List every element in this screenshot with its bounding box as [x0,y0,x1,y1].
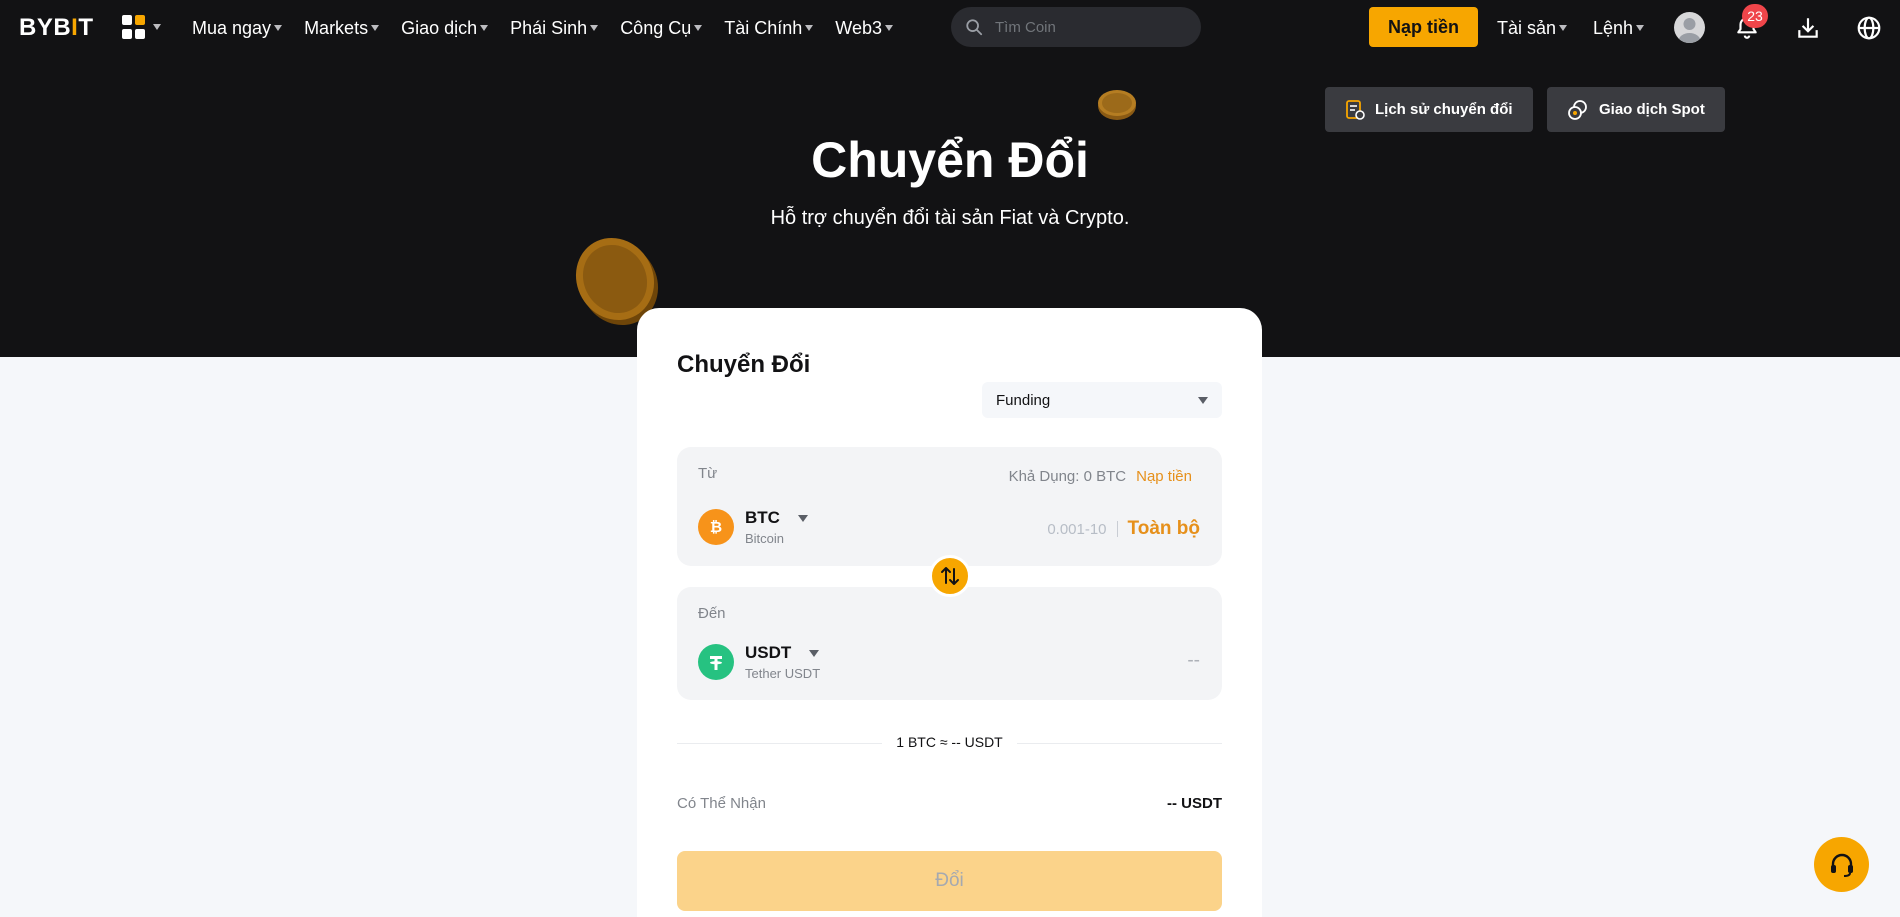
to-label: Đến [698,605,726,622]
coins-icon [1568,99,1587,120]
logo-text: BYB [19,14,72,41]
chevron-down-icon [480,25,489,31]
bitcoin-icon: ₿ [698,509,734,545]
from-coin-select[interactable]: ₿ BTC Bitcoin [698,508,808,546]
convert-button[interactable]: Đổi [677,851,1222,911]
swap-icon [941,567,959,585]
nav-item-buy[interactable]: Mua ngay [192,18,283,39]
search-input[interactable] [995,18,1175,36]
from-amount-area: Toàn bộ [996,518,1200,540]
chevron-down-icon [809,649,820,657]
history-icon [1346,99,1365,120]
download-button[interactable] [1792,12,1824,44]
available-balance: Khả Dụng: 0 BTC Nạp tiền [1009,468,1192,485]
swap-button[interactable] [929,555,971,597]
main-nav: Mua ngay Markets Giao dịch Phái Sinh Côn… [192,0,915,56]
notification-badge: 23 [1742,4,1768,28]
user-icon [1678,18,1701,43]
to-coin-symbol: USDT [745,643,792,662]
convert-history-button[interactable]: Lịch sử chuyển đổi [1325,87,1533,132]
bybit-logo[interactable]: BYBIT [19,14,94,42]
chevron-down-icon [371,25,380,31]
from-coin-symbol: BTC [745,508,780,527]
exchange-rate: 1 BTC ≈ -- USDT [637,734,1262,752]
to-coin-name: Tether USDT [745,666,821,681]
from-coin-name: Bitcoin [745,531,785,546]
support-chat-button[interactable] [1814,837,1869,892]
to-coin-select[interactable]: USDT Tether USDT [698,643,820,681]
orders-label: Lệnh [1593,17,1634,38]
download-icon [1798,18,1818,38]
chevron-down-icon [805,25,814,31]
search-icon [966,19,983,36]
divider [1116,521,1118,537]
assets-menu[interactable]: Tài sản [1497,0,1568,56]
to-panel: Đến USDT Tether USDT -- [677,587,1222,700]
nav-item-finance[interactable]: Tài Chính [724,18,814,39]
to-amount: -- [1187,650,1200,671]
deposit-link[interactable]: Nạp tiền [1136,468,1192,485]
page-subtitle: Hỗ trợ chuyển đổi tài sản Fiat và Crypto… [770,207,1130,229]
page-title: Chuyển Đổi [811,132,1089,188]
chevron-down-icon [1198,396,1208,404]
top-navbar: BYBIT Mua ngay Markets Giao dịch Phái Si… [0,0,1900,56]
chevron-down-icon [153,24,161,30]
coin-decoration-icon [1098,90,1136,120]
deposit-button[interactable]: Nạp tiền [1369,7,1478,47]
from-label: Từ [698,465,718,482]
chevron-down-icon [1636,25,1645,31]
globe-icon [1857,16,1881,40]
avatar[interactable] [1674,12,1705,43]
chevron-down-icon [797,514,808,522]
convert-card-title: Chuyển Đổi [677,351,811,378]
chevron-down-icon [1559,25,1568,31]
nav-item-tools[interactable]: Công Cụ [620,18,703,39]
available-text: Khả Dụng: 0 BTC [1008,468,1127,485]
receive-value: -- USDT [1167,795,1222,812]
svg-text:₿: ₿ [710,519,722,536]
chevron-down-icon [694,25,703,31]
spot-trading-button[interactable]: Giao dịch Spot [1547,87,1725,132]
convert-card: Chuyển Đổi Funding Từ Khả Dụng: 0 BTC Nạ… [637,308,1262,917]
from-amount-input[interactable] [996,520,1107,538]
nav-item-markets[interactable]: Markets [304,18,380,39]
account-select[interactable]: Funding [982,382,1222,418]
chevron-down-icon [884,25,893,31]
from-panel: Từ Khả Dụng: 0 BTC Nạp tiền ₿ BTC Bitcoi… [677,447,1222,566]
apps-menu-button[interactable] [122,15,161,39]
search-box [951,7,1201,47]
orders-menu[interactable]: Lệnh [1593,0,1645,56]
max-amount-button[interactable]: Toàn bộ [1128,518,1200,540]
headset-icon [1830,853,1853,877]
logo-text-end: T [78,14,94,41]
apps-grid-icon [122,15,146,39]
nav-item-trade[interactable]: Giao dịch [401,18,489,39]
assets-label: Tài sản [1497,17,1557,38]
chevron-down-icon [590,25,599,31]
chevron-down-icon [274,25,283,31]
receive-label: Có Thể Nhận [677,795,766,812]
nav-item-web3[interactable]: Web3 [835,18,893,39]
nav-item-derivatives[interactable]: Phái Sinh [510,18,599,39]
language-button[interactable] [1853,12,1885,44]
account-select-value: Funding [996,391,1051,409]
tether-icon [698,644,734,680]
